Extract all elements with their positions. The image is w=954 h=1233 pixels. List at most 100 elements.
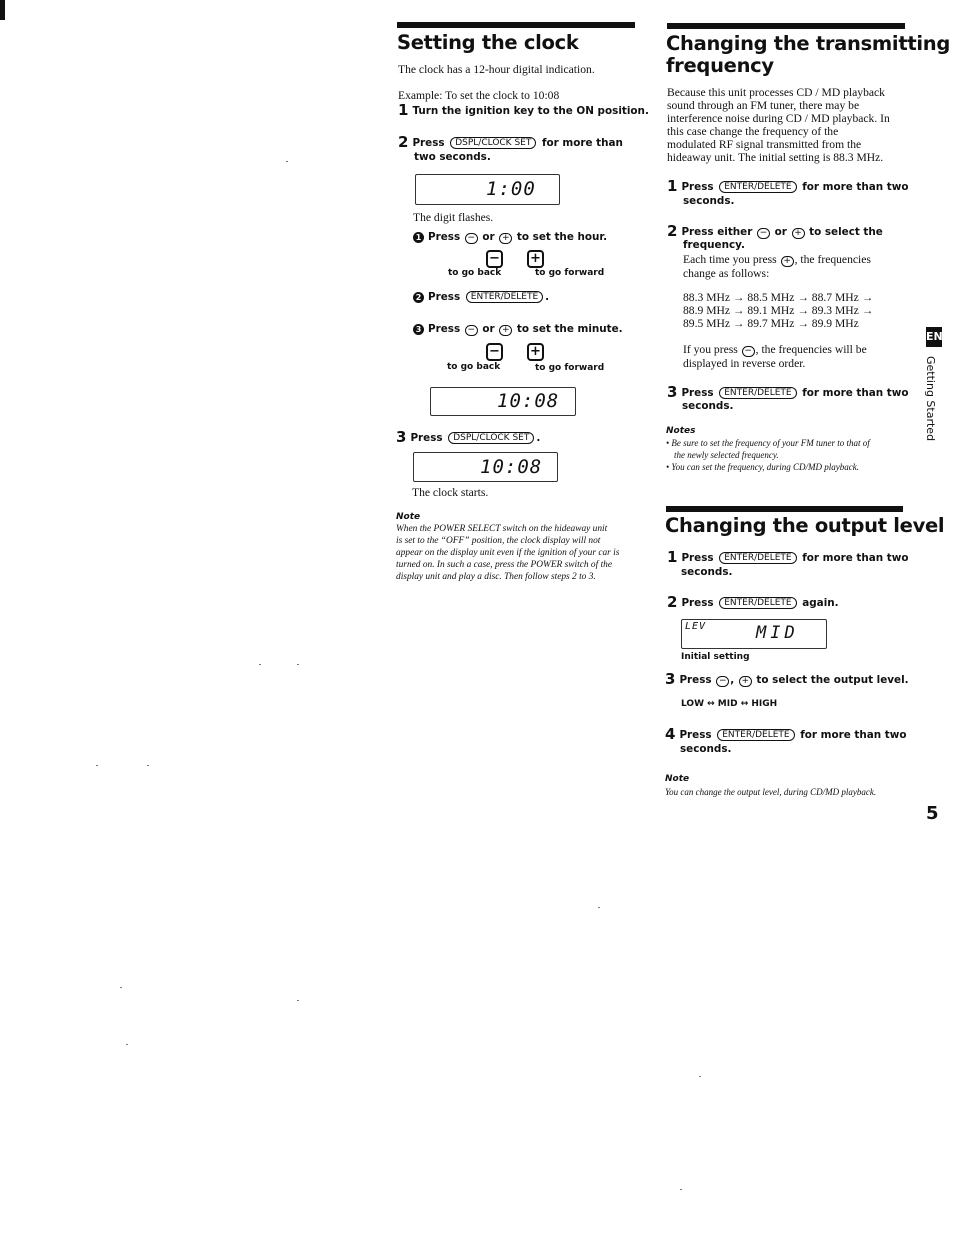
- text: Each time you press: [683, 253, 777, 266]
- substep-number: 3: [413, 324, 424, 335]
- step-text: Press: [681, 387, 714, 399]
- lcd-value: MID: [756, 623, 799, 643]
- minus-key-icon: −: [486, 343, 503, 361]
- language-tab: EN: [926, 327, 942, 347]
- step-number: 2: [667, 593, 678, 611]
- step-number: 3: [665, 670, 676, 688]
- freq-step-1-cont: seconds.: [683, 195, 735, 207]
- clock-step-2: 2 Press DSPL/CLOCK SET for more than: [398, 133, 623, 151]
- minus-button-icon: −: [716, 676, 730, 687]
- scan-speck: [598, 907, 600, 908]
- step-text: for more than two: [802, 181, 909, 193]
- step-text: or: [774, 226, 787, 238]
- step-text: ,: [730, 674, 735, 686]
- step-number: 1: [398, 101, 409, 119]
- text: If you press: [683, 343, 738, 356]
- scan-speck: [680, 1189, 682, 1190]
- intro-line: interference noise during CD / MD playba…: [667, 112, 890, 125]
- step-text: Press: [681, 597, 714, 609]
- go-back-caption: to go back: [448, 268, 502, 278]
- note-line: display unit and play a disc. Then follo…: [396, 572, 596, 582]
- frequency-row: 88.3 MHz → 88.5 MHz → 88.7 MHz →: [683, 291, 874, 304]
- step-text: for more than two: [800, 729, 907, 741]
- output-step-1-cont: seconds.: [681, 566, 733, 578]
- scan-speck: [120, 987, 122, 988]
- minus-key-icon: −: [486, 250, 503, 268]
- note-line: is set to the “OFF” position, the clock …: [396, 536, 601, 546]
- section-title-line2: frequency: [666, 54, 774, 77]
- step-number: 2: [667, 222, 678, 240]
- frequency-sequence: 88.3 MHz → 88.5 MHz → 88.7 MHz → 88.9 MH…: [683, 291, 873, 330]
- step-text: for more than two: [802, 387, 909, 399]
- output-levels-sequence: LOW ↔ MID ↔ HIGH: [681, 699, 778, 709]
- freq-step-2-cont: frequency.: [683, 239, 745, 251]
- note-line: turned on. In such a case, press the POW…: [396, 560, 613, 570]
- scan-speck: [297, 1000, 299, 1001]
- text: Be sure to set the frequency of your FM …: [671, 438, 870, 448]
- text: , the frequencies will be: [755, 343, 867, 356]
- step-text: Press: [428, 231, 461, 243]
- scan-speck: [297, 664, 299, 665]
- freq-step-3-cont: seconds.: [682, 400, 734, 412]
- enter-delete-key: ENTER/DELETE: [719, 552, 797, 564]
- intro-line: Because this unit processes CD / MD play…: [667, 86, 885, 99]
- step-text: Press: [428, 323, 461, 335]
- frequency-row: 89.5 MHz → 89.7 MHz → 89.9 MHz: [683, 317, 859, 330]
- step-text: .: [545, 291, 550, 303]
- clock-substep-3: 3 Press − or + to set the minute.: [413, 323, 623, 336]
- freq-step-1: 1 Press ENTER/DELETE for more than two: [667, 179, 909, 194]
- plus-button-icon: +: [738, 676, 752, 687]
- dspl-clock-set-key: DSPL/CLOCK SET: [450, 137, 537, 149]
- step-text: Press: [410, 432, 443, 444]
- enter-delete-key: ENTER/DELETE: [717, 729, 795, 741]
- step-number: 1: [667, 548, 678, 566]
- step-text: to set the hour.: [516, 231, 608, 243]
- lcd-display-3: 10:08: [413, 452, 558, 482]
- lcd-display-2: 10:08: [430, 387, 576, 416]
- lcd-display-level: LEV MID: [681, 619, 827, 649]
- plus-button-icon: +: [780, 256, 794, 267]
- plus-button-icon: +: [791, 228, 805, 239]
- step-text: or: [482, 231, 495, 243]
- text: change as follows:: [683, 267, 770, 280]
- note-item-cont: the newly selected frequency.: [674, 450, 779, 460]
- section-rule: [666, 506, 903, 512]
- lcd-value: 10:08: [497, 390, 560, 412]
- scan-speck: [699, 1076, 701, 1077]
- step-text: or: [482, 323, 495, 335]
- scan-speck: [147, 765, 149, 766]
- initial-setting-caption: Initial setting: [681, 652, 750, 662]
- frequency-row: 88.9 MHz → 89.1 MHz → 89.3 MHz →: [683, 304, 874, 317]
- note-title: Note: [396, 512, 421, 522]
- plus-button-icon: +: [499, 233, 513, 244]
- text: displayed in reverse order.: [683, 357, 806, 370]
- minus-button-icon: −: [756, 228, 770, 239]
- enter-delete-key: ENTER/DELETE: [719, 387, 797, 399]
- note-title: Note: [665, 774, 690, 784]
- reverse-order-text: If you press −, the frequencies will be …: [683, 343, 867, 370]
- step-number: 2: [398, 133, 409, 151]
- step-number: 4: [665, 725, 676, 743]
- text: , the frequencies: [794, 253, 871, 266]
- output-step-1: 1 Press ENTER/DELETE for more than two: [667, 548, 909, 566]
- minus-button-icon: −: [741, 346, 755, 357]
- step-text: to select the: [809, 226, 883, 238]
- go-forward-caption: to go forward: [535, 268, 605, 278]
- enter-delete-key: ENTER/DELETE: [465, 291, 544, 303]
- enter-delete-key: ENTER/DELETE: [719, 181, 797, 193]
- note-body: You can change the output level, during …: [665, 787, 877, 797]
- note-line: When the POWER SELECT switch on the hide…: [396, 524, 608, 534]
- dspl-clock-set-key: DSPL/CLOCK SET: [448, 432, 535, 444]
- scan-speck: [286, 161, 288, 162]
- lcd-value: 1:00: [486, 178, 536, 200]
- scan-edge-mark: [0, 0, 5, 20]
- notes-list: • Be sure to set the frequency of your F…: [666, 437, 870, 473]
- step-number: 3: [667, 383, 678, 401]
- intro-line: this case change the frequency of the: [667, 125, 839, 138]
- note-item: • Be sure to set the frequency of your F…: [666, 438, 870, 448]
- scan-speck: [259, 664, 261, 665]
- step-text: Press: [681, 181, 714, 193]
- chapter-label: Getting Started: [924, 356, 937, 442]
- intro-line: modulated RF signal transmitted from the: [667, 138, 862, 151]
- step-text: Press: [679, 674, 712, 686]
